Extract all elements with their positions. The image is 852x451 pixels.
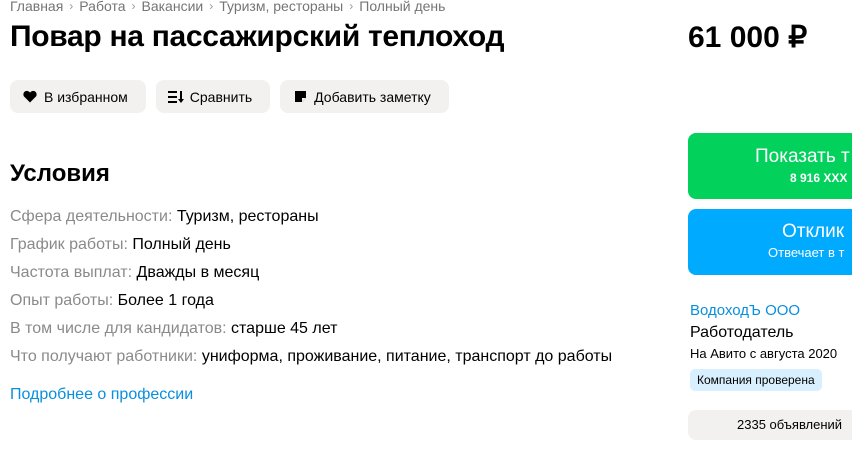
compare-icon [167,89,184,105]
company-name-link[interactable]: ВодоходЪ ООО [690,302,800,319]
param-key: Опыт работы: [10,292,114,309]
list-item: График работы: Полный день [10,233,612,261]
list-item: Сфера деятельности: Туризм, рестораны [10,205,612,233]
param-key: Частота выплат: [10,264,133,281]
company-since: На Авито с августа 2020 [690,346,838,361]
respond-label: Отклик [782,221,845,242]
conditions-list: Сфера деятельности: Туризм, рестораны Гр… [10,205,612,373]
param-value: Полный день [132,236,231,253]
respond-subtitle: Отвечает в т [768,245,845,260]
company-role: Работодатель [690,324,794,341]
param-key: График работы: [10,236,128,253]
param-value: униформа, проживание, питание, транспорт… [201,348,613,365]
phone-number-preview: 8 916 XXX [790,171,848,185]
list-item: Что получают работники: униформа, прожив… [10,345,612,373]
breadcrumb-item-home[interactable]: Главная [10,0,63,14]
page-title: Повар на пассажирский теплоход [10,20,505,53]
chevron-right-icon: › [69,0,74,13]
action-bar: В избранном Сравнить Добавить заметку [10,80,449,113]
breadcrumb-item-work[interactable]: Работа [79,0,125,14]
respond-button[interactable]: Отклик Отвечает в т [688,209,852,275]
company-listings-button[interactable]: 2335 объявлений [688,410,852,440]
conditions-heading: Условия [10,160,110,187]
chevron-right-icon: › [349,0,354,13]
compare-button[interactable]: Сравнить [155,80,271,113]
breadcrumb-item-tourism[interactable]: Туризм, рестораны [219,0,343,14]
param-key: В том числе для кандидатов: [10,320,227,337]
list-item: В том числе для кандидатов: старше 45 ле… [10,317,612,345]
add-note-label: Добавить заметку [314,88,431,105]
list-item: Частота выплат: Дважды в месяц [10,261,612,289]
show-phone-button[interactable]: Показать т 8 916 XXX [688,133,852,199]
breadcrumb-item-vacancies[interactable]: Вакансии [142,0,204,14]
chevron-right-icon: › [209,0,214,13]
compare-label: Сравнить [189,88,253,105]
note-icon [292,89,308,105]
listings-count-label: 2335 объявлений [737,417,843,432]
list-item: Опыт работы: Более 1 года [10,289,612,317]
add-note-button[interactable]: Добавить заметку [280,80,449,113]
price: 61 000 ₽ [688,21,808,54]
breadcrumb-item-full-day[interactable]: Полный день [359,0,445,14]
chevron-right-icon: › [131,0,136,13]
param-key: Сфера деятельности: [10,208,173,225]
breadcrumb: Главная › Работа › Вакансии › Туризм, ре… [10,0,445,14]
verified-badge: Компания проверена [690,369,822,391]
param-value: Более 1 года [117,292,214,309]
show-phone-label: Показать т [755,146,850,167]
param-key: Что получают работники: [10,348,198,365]
param-value: Дважды в месяц [136,264,260,281]
profession-details-link[interactable]: Подробнее о профессии [10,386,193,404]
param-value: Туризм, рестораны [176,208,319,225]
heart-icon [22,89,38,105]
param-value: старше 45 лет [231,320,338,337]
favorite-label: В избранном [44,88,128,105]
favorite-button[interactable]: В избранном [10,80,146,113]
